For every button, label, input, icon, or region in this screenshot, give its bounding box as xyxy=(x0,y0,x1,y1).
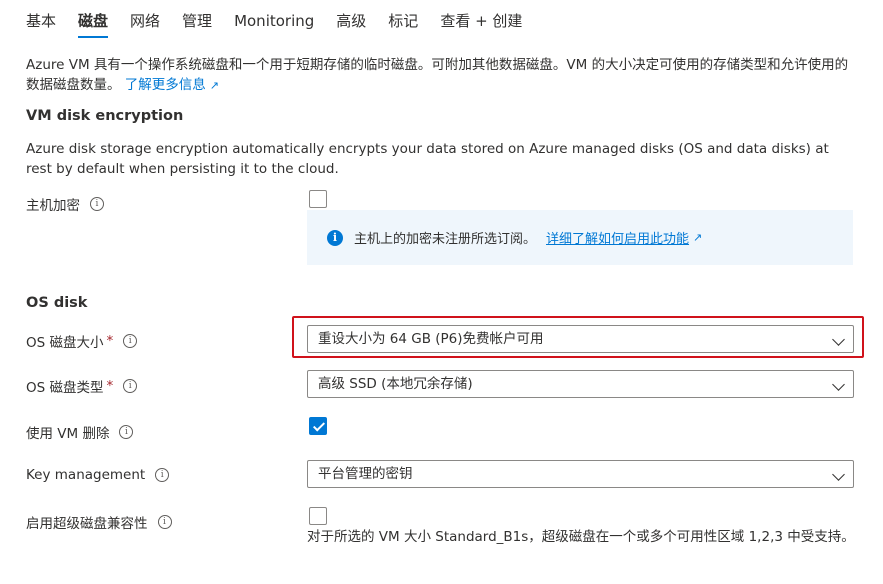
info-icon[interactable]: i xyxy=(119,425,134,439)
delete-with-vm-label-text: 使用 VM 删除 xyxy=(26,426,110,442)
os-disk-type-label-text: OS 磁盘类型 xyxy=(26,380,104,396)
info-filled-icon: i xyxy=(327,229,343,246)
key-management-value: 平台管理的密钥 xyxy=(318,466,413,482)
tab-management[interactable]: 管理 xyxy=(182,0,212,31)
tab-tags[interactable]: 标记 xyxy=(388,0,418,31)
info-icon[interactable]: i xyxy=(123,379,138,393)
tab-review-create[interactable]: 查看 + 创建 xyxy=(440,0,522,31)
info-icon[interactable]: i xyxy=(157,515,172,529)
encryption-description: Azure disk storage encryption automatica… xyxy=(26,141,829,177)
host-encryption-label: 主机加密 i xyxy=(26,194,104,214)
ultra-disk-note: 对于所选的 VM 大小 Standard_B1s，超级磁盘在一个或多个可用性区域… xyxy=(307,529,855,545)
external-link-icon: ↗ xyxy=(693,231,703,244)
os-disk-type-dropdown[interactable]: 高级 SSD (本地冗余存储) xyxy=(307,370,854,398)
tab-advanced[interactable]: 高级 xyxy=(336,0,366,31)
os-disk-type-value: 高级 SSD (本地冗余存储) xyxy=(318,376,473,392)
os-disk-size-label-text: OS 磁盘大小 xyxy=(26,335,104,351)
intro-description: Azure VM 具有一个操作系统磁盘和一个用于短期存储的临时磁盘。可附加其他数… xyxy=(26,55,861,96)
delete-with-vm-checkbox[interactable] xyxy=(309,417,327,435)
tab-basics[interactable]: 基本 xyxy=(26,0,56,31)
key-management-dropdown[interactable]: 平台管理的密钥 xyxy=(307,460,854,488)
key-management-label-text: Key management xyxy=(26,467,146,483)
ultra-disk-checkbox[interactable] xyxy=(309,507,327,525)
tab-bar: 基本 磁盘 网络 管理 Monitoring 高级 标记 查看 + 创建 xyxy=(26,0,544,40)
tab-monitoring[interactable]: Monitoring xyxy=(234,0,314,31)
disks-page: 基本 磁盘 网络 管理 Monitoring 高级 标记 查看 + 创建 Azu… xyxy=(0,0,883,584)
tab-disks[interactable]: 磁盘 xyxy=(78,0,109,38)
info-message: 主机上的加密未注册所选订阅。 xyxy=(354,232,537,247)
chevron-down-icon xyxy=(832,468,845,481)
os-disk-size-value: 重设大小为 64 GB (P6)免费帐户可用 xyxy=(318,331,544,347)
encryption-section-title: VM disk encryption xyxy=(26,108,184,124)
encryption-info-bar: i 主机上的加密未注册所选订阅。 详细了解如何启用此功能 ↗ xyxy=(307,210,853,265)
ultra-disk-label-text: 启用超级磁盘兼容性 xyxy=(26,516,148,532)
tab-networking[interactable]: 网络 xyxy=(130,0,160,31)
chevron-down-icon xyxy=(832,378,845,391)
os-disk-section-title: OS disk xyxy=(26,295,88,311)
chevron-down-icon xyxy=(832,333,845,346)
key-management-label: Key management i xyxy=(26,467,170,483)
info-icon[interactable]: i xyxy=(155,468,170,482)
ultra-disk-label: 启用超级磁盘兼容性 i xyxy=(26,512,172,532)
enable-feature-link[interactable]: 详细了解如何启用此功能 xyxy=(546,228,689,247)
external-link-icon: ↗ xyxy=(209,79,220,92)
os-disk-size-label: OS 磁盘大小 * i xyxy=(26,331,138,351)
required-marker: * xyxy=(106,378,114,394)
info-icon[interactable]: i xyxy=(123,334,138,348)
required-marker: * xyxy=(106,333,114,349)
learn-more-link[interactable]: 了解更多信息 xyxy=(125,77,206,93)
info-icon[interactable]: i xyxy=(90,197,104,211)
host-encryption-checkbox[interactable] xyxy=(309,190,327,208)
os-disk-type-label: OS 磁盘类型 * i xyxy=(26,376,138,396)
delete-with-vm-label: 使用 VM 删除 i xyxy=(26,422,134,442)
os-disk-size-dropdown[interactable]: 重设大小为 64 GB (P6)免费帐户可用 xyxy=(307,325,854,353)
host-encryption-label-text: 主机加密 xyxy=(26,198,80,214)
